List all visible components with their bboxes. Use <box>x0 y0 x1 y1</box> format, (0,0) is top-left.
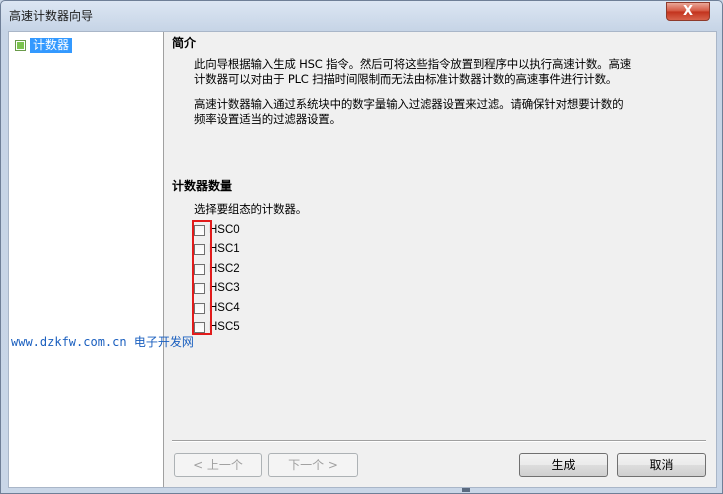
next-button[interactable]: 下一个 > <box>268 453 358 477</box>
nav-item-label: 计数器 <box>30 38 73 53</box>
completed-check-icon <box>15 40 26 51</box>
wizard-window: 高速计数器向导 X 计数器 简介 此向导根据输入生成 HSC 指令。然后可将这些… <box>0 0 723 494</box>
previous-button[interactable]: < 上一个 <box>174 453 262 477</box>
intro-para2-line2: 频率设置适当的过滤器设置。 <box>194 112 341 126</box>
wizard-content: 简介 此向导根据输入生成 HSC 指令。然后可将这些指令放置到程序中以执行高速计… <box>164 32 716 487</box>
hsc5-label: HSC5 <box>209 321 240 333</box>
hsc3-label: HSC3 <box>209 282 240 294</box>
intro-heading: 简介 <box>172 36 197 50</box>
generate-button[interactable]: 生成 <box>519 453 608 477</box>
nav-item-counters[interactable]: 计数器 <box>15 38 73 53</box>
intro-para1-line1: 此向导根据输入生成 HSC 指令。然后可将这些指令放置到程序中以执行高速计数。高… <box>194 57 632 71</box>
hsc2-label: HSC2 <box>209 263 240 275</box>
counter-count-heading: 计数器数量 <box>172 179 233 193</box>
intro-para2-line1: 高速计数器输入通过系统块中的数字量输入过滤器设置来过滤。请确保针对想要计数的 <box>194 97 624 111</box>
close-button[interactable]: X <box>666 2 710 21</box>
hsc0-label: HSC0 <box>209 224 240 236</box>
watermark: www.dzkfw.com.cn 电子开发网 <box>11 333 194 350</box>
highlight-annotation-box <box>192 220 212 335</box>
window-title: 高速计数器向导 <box>9 9 94 23</box>
navigation-tree: 计数器 <box>9 32 164 487</box>
watermark-site-name: 电子开发网 <box>133 335 194 349</box>
wizard-client-area: 计数器 简介 此向导根据输入生成 HSC 指令。然后可将这些指令放置到程序中以执… <box>8 31 717 488</box>
hsc4-label: HSC4 <box>209 302 240 314</box>
hsc1-label: HSC1 <box>209 243 240 255</box>
title-bar[interactable]: 高速计数器向导 X <box>1 1 722 27</box>
watermark-url: www.dzkfw.com.cn <box>11 335 127 349</box>
intro-para1-line2: 计数器可以对由于 PLC 扫描时间限制而无法由标准计数器计数的高速事件进行计数。 <box>194 72 618 86</box>
button-separator <box>172 440 706 442</box>
resize-grip[interactable] <box>462 488 470 492</box>
cancel-button[interactable]: 取消 <box>617 453 706 477</box>
counter-instruction: 选择要组态的计数器。 <box>194 202 307 216</box>
